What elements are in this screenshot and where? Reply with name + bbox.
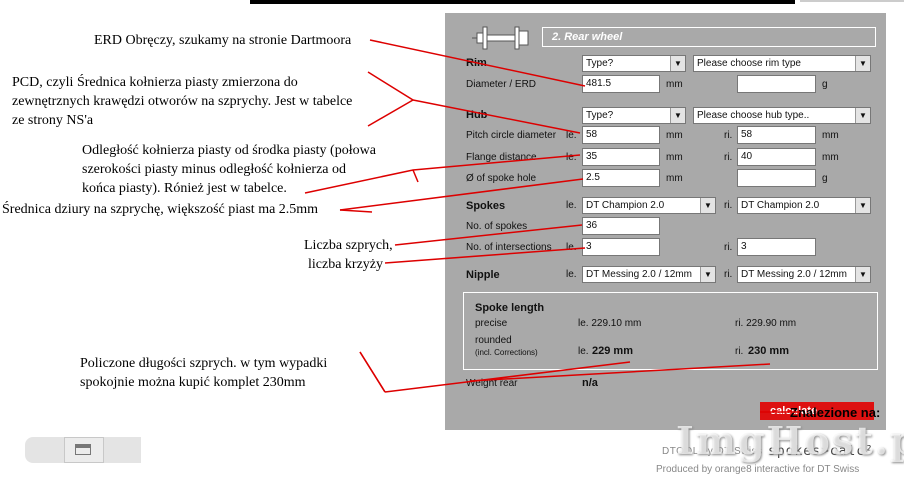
pointer-flange-tick — [412, 169, 419, 183]
pointer-result-b — [469, 363, 771, 382]
pointer-count — [394, 224, 583, 246]
pointer-pcd-target — [412, 99, 581, 134]
pointer-pcd — [367, 71, 415, 127]
pointer-result-a — [384, 361, 631, 393]
pointer-flange — [304, 154, 581, 194]
pointer-hole-tick — [339, 209, 373, 213]
annotation-lines — [304, 39, 800, 413]
pointer-cross — [384, 247, 586, 264]
pointer-hole — [339, 178, 584, 211]
pointer-erd — [369, 39, 586, 87]
pointer-result-c — [359, 351, 386, 393]
